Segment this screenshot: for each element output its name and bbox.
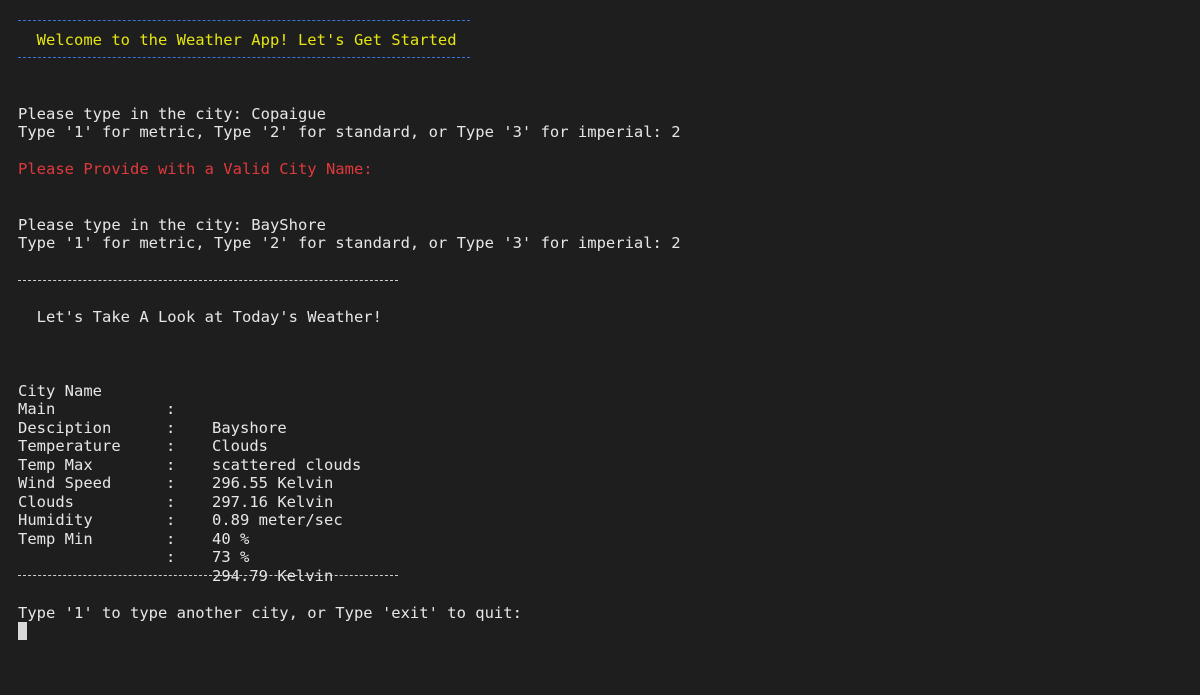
units-prompt-2: Type '1' for metric, Type '2' for standa…: [18, 234, 681, 252]
weather-heading: Let's Take A Look at Today's Weather!: [18, 308, 382, 326]
weather-row: Temp Max : 297.16 Kelvin: [18, 437, 333, 511]
weather-separator: :: [166, 400, 176, 418]
weather-separator: :: [166, 492, 176, 511]
weather-separator: :: [166, 548, 176, 566]
error-message: Please Provide with a Valid City Name:: [18, 160, 373, 178]
terminal-cursor[interactable]: [18, 622, 27, 640]
banner-top-rule: [18, 20, 470, 21]
weather-value: scattered clouds: [212, 455, 362, 474]
weather-row: Main : Clouds: [18, 382, 268, 455]
weather-value: 297.16 Kelvin: [212, 492, 334, 511]
weather-row: Temperature : 296.55 Kelvin: [18, 419, 333, 492]
weather-row: Temp Min : 294.79 Kelvin: [18, 511, 333, 585]
weather-separator: :: [166, 474, 176, 492]
result-top-rule: [18, 280, 398, 281]
weather-value: Clouds: [212, 437, 268, 455]
weather-separator: :: [166, 511, 176, 529]
weather-value: 40 %: [212, 529, 250, 548]
weather-value: 296.55 Kelvin: [212, 474, 334, 492]
weather-separator: :: [166, 437, 176, 455]
banner-title: Welcome to the Weather App! Let's Get St…: [18, 31, 457, 49]
result-bottom-rule: [18, 575, 398, 576]
city-prompt-1: Please type in the city: Copaigue: [18, 105, 326, 123]
weather-row: City Name : Bayshore: [18, 363, 287, 437]
weather-separator: :: [166, 455, 176, 474]
banner-bottom-rule: [18, 57, 470, 58]
weather-key: Temp Min: [18, 529, 93, 548]
continue-prompt: Type '1' to type another city, or Type '…: [18, 604, 522, 622]
weather-row: Wind Speed : 0.89 meter/sec: [18, 456, 343, 529]
weather-row: Clouds : 40 %: [18, 474, 249, 548]
units-prompt-1: Type '1' for metric, Type '2' for standa…: [18, 123, 681, 141]
weather-value: Bayshore: [212, 418, 287, 437]
terminal-window[interactable]: Welcome to the Weather App! Let's Get St…: [0, 0, 1200, 695]
weather-separator: :: [166, 418, 176, 437]
weather-row: Humidity : 73 %: [18, 493, 249, 566]
weather-value: 0.89 meter/sec: [212, 511, 343, 529]
weather-row: Desciption : scattered clouds: [18, 400, 361, 474]
city-prompt-2: Please type in the city: BayShore: [18, 216, 326, 234]
weather-value: 73 %: [212, 548, 250, 566]
weather-separator: :: [166, 529, 176, 548]
